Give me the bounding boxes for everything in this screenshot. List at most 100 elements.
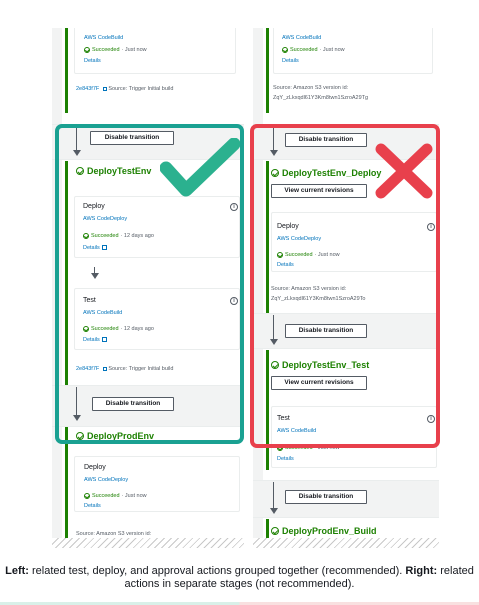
stage-status-bar (266, 28, 269, 113)
left-pipeline-panel: ild AWS CodeBuild Succeeded · Just now D… (52, 28, 244, 548)
external-link-icon (101, 245, 107, 251)
provider-link[interactable]: AWS CodeBuild (277, 428, 316, 434)
source-version-id: ZqY_zLkxqdl61Y3Km8twn1SzroA29To (271, 296, 366, 302)
status-text: Succeeded (290, 47, 318, 53)
down-arrow-icon (72, 415, 81, 421)
action-name: Test (83, 297, 96, 304)
details-link[interactable]: Details (277, 262, 294, 268)
provider-link[interactable]: AWS CodeDeploy (277, 236, 321, 242)
source-version-id: ZqY_zLkxqdl61Y3Km8twn1SzroA29Tg (273, 95, 369, 101)
details-link[interactable]: Details (277, 456, 294, 462)
status-text: Succeeded (285, 252, 313, 258)
status-time: Just now (317, 445, 340, 451)
stage-name: DeployProdEnv_Build (282, 526, 377, 536)
commit-link[interactable]: 2e843f7F (76, 86, 99, 92)
stage-title-deploytestenv-deploy: DeployTestEnv_Deploy (271, 168, 381, 178)
disable-transition-button[interactable]: Disable transition (92, 397, 174, 411)
provider-link[interactable]: AWS CodeDeploy (84, 477, 128, 483)
test-action-card: Test i AWS CodeBuild Succeeded · 12 days… (74, 288, 240, 350)
status-text: Succeeded (92, 493, 120, 499)
test-action-card: Test i AWS CodeBuild Succeeded · Just no… (271, 406, 437, 468)
commit-link[interactable]: 2e843f7F (76, 366, 99, 372)
info-icon[interactable]: i (230, 297, 238, 305)
success-icon (84, 47, 90, 53)
action-status: Succeeded · Just now (84, 493, 147, 499)
info-icon[interactable]: i (230, 203, 238, 211)
info-icon[interactable]: i (427, 223, 435, 231)
provider-link[interactable]: AWS CodeBuild (83, 310, 122, 316)
source-text: Source: Trigger Initial build (108, 366, 174, 372)
action-status: Succeeded · Just now (282, 47, 345, 53)
success-icon (282, 47, 288, 53)
disable-transition-button[interactable]: Disable transition (285, 324, 367, 338)
action-status: Succeeded · 12 days ago (83, 326, 154, 332)
deploy-action-card: Deploy i AWS CodeDeploy Succeeded · 12 d… (74, 196, 240, 258)
figure-caption: Left: related test, deploy, and approval… (0, 565, 479, 591)
stage-name: DeployTestEnv (87, 166, 152, 176)
stage-status-bar (266, 350, 269, 470)
status-text: Succeeded (92, 47, 120, 53)
success-icon (271, 169, 279, 177)
stage-status-bar (65, 28, 68, 113)
action-name: Test (277, 415, 290, 422)
details-link[interactable]: Details (83, 245, 107, 251)
action-name: Deploy (84, 464, 106, 471)
transition-line (76, 387, 77, 415)
status-time: Just now (124, 47, 147, 53)
action-name: Deploy (277, 223, 299, 230)
status-text: Succeeded (285, 445, 313, 451)
stage-name: DeployTestEnv_Test (282, 360, 370, 370)
status-time: Just now (124, 493, 147, 499)
details-link[interactable]: Details (282, 58, 299, 64)
details-link[interactable]: Details (84, 58, 101, 64)
status-time: 12 days ago (123, 233, 154, 239)
caption-left-label: Left: (5, 565, 29, 577)
action-name: ild (84, 28, 91, 30)
info-icon[interactable]: i (427, 415, 435, 423)
action-status: Succeeded · 12 days ago (83, 233, 154, 239)
stage-status-bar (65, 161, 68, 386)
prod-deploy-action-card: Deploy AWS CodeDeploy Succeeded · Just n… (74, 456, 240, 512)
stage-title-deploytestenv: DeployTestEnv (76, 166, 151, 176)
down-arrow-icon (269, 150, 278, 156)
status-text: Succeeded (91, 233, 119, 239)
external-link-icon (102, 86, 107, 91)
transition-line (76, 126, 77, 150)
status-time: 12 days ago (123, 326, 154, 332)
disable-transition-button[interactable]: Disable transition (285, 133, 367, 147)
provider-link[interactable]: AWS CodeBuild (282, 35, 321, 41)
deploy-action-card: Deploy i AWS CodeDeploy Succeeded · Just… (271, 212, 437, 272)
success-icon (271, 527, 279, 535)
down-arrow-icon (90, 273, 99, 279)
source-text: Source: Trigger Initial build (108, 86, 174, 92)
stage-title-deployprodenv-build: DeployProdEnv_Build (271, 526, 377, 536)
view-current-revisions-button[interactable]: View current revisions (271, 184, 367, 198)
disable-transition-button[interactable]: Disable transition (90, 131, 174, 145)
success-icon (83, 233, 89, 239)
down-arrow-icon (72, 150, 81, 156)
action-status: Succeeded · Just now (277, 252, 340, 258)
details-link[interactable]: Details (83, 337, 107, 343)
success-icon (84, 493, 90, 499)
caption-left-text: related test, deploy, and approval actio… (28, 565, 403, 577)
action-name: ild (282, 28, 289, 30)
source-info: 2e843f7F Source: Trigger Initial build (76, 366, 173, 372)
transition-line (273, 315, 274, 339)
source-label: Source: Amazon S3 version id: (271, 286, 347, 292)
external-link-icon (102, 366, 107, 371)
stage-name: DeployProdEnv (87, 431, 155, 441)
down-arrow-icon (269, 508, 278, 514)
provider-link[interactable]: AWS CodeDeploy (83, 216, 127, 222)
caption-right-label: Right: (405, 565, 438, 577)
status-time: Just now (317, 252, 340, 258)
stage-title-deployprodenv: DeployProdEnv (76, 431, 154, 441)
view-current-revisions-button[interactable]: View current revisions (271, 376, 367, 390)
down-arrow-icon (269, 339, 278, 345)
action-status: Succeeded · Just now (277, 445, 340, 451)
provider-link[interactable]: AWS CodeBuild (84, 35, 123, 41)
disable-transition-button[interactable]: Disable transition (285, 490, 367, 504)
details-link[interactable]: Details (84, 503, 101, 509)
source-label: Source: Amazon S3 version id: (273, 85, 349, 91)
right-pipeline-panel: ild AWS CodeBuild Succeeded · Just now D… (253, 28, 439, 548)
success-icon (83, 326, 89, 332)
